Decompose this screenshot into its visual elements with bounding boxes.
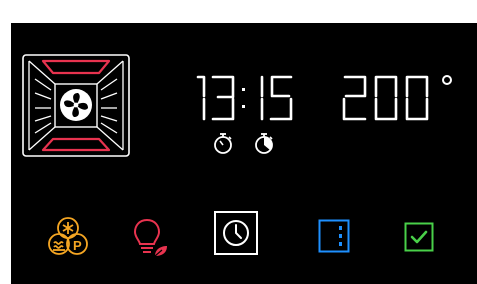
confirm-frame [404,222,434,252]
temperature-digit-2 [342,75,367,121]
function-selector-button[interactable]: P [46,215,90,259]
time-minutes-digit-5 [269,75,293,121]
lightbulb-leaf-icon [133,218,167,257]
oven-mode-indicator[interactable] [21,53,131,158]
checkmark-icon [410,230,428,244]
light-eco-button[interactable] [131,216,169,258]
fan-icon [60,89,92,121]
time-minutes-text: 15 [190,74,191,75]
timer-start-icon [214,133,232,154]
temperature-digit-0-b [405,75,429,121]
bottom-heater-icon [41,137,111,152]
timer-end-icon [255,133,273,154]
main-display: 13 [196,75,452,121]
top-heater-icon [41,59,111,75]
time-separator-colon [242,88,245,108]
programs-p-glyph: P [73,238,82,253]
time-hours-digit-1 [196,75,206,121]
confirm-button[interactable] [404,222,434,252]
menu-frame [318,219,350,253]
clock-icon [223,220,249,246]
temperature-digit-0-a [374,75,398,121]
degree-symbol [442,75,452,85]
menu-button[interactable] [318,219,350,253]
clock-button[interactable] [214,211,258,255]
time-hours-digit-3 [211,75,235,121]
vertical-dots-icon [339,226,342,246]
